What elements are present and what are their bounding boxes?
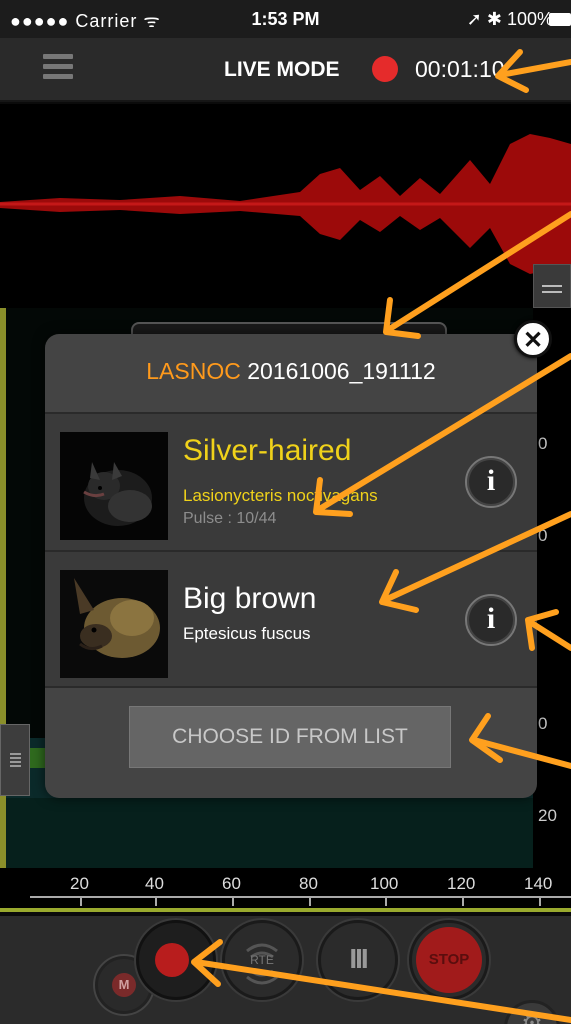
time-tick-label: 80 xyxy=(299,874,318,893)
species-common-name: Big brown xyxy=(183,582,317,615)
top-header: LIVE MODE 00:01:10 xyxy=(0,38,571,102)
record-icon xyxy=(155,943,189,977)
close-icon: ✕ xyxy=(522,327,544,354)
recording-timer: 00:01:10 xyxy=(415,56,505,82)
pause-button[interactable]: III xyxy=(318,920,398,1000)
close-dialog-button[interactable]: ✕ xyxy=(514,320,552,358)
species-option-big-brown[interactable]: Big brown Eptesicus fuscus i xyxy=(45,550,537,688)
dialog-title: LASNOC 20161006_191112 xyxy=(45,358,537,385)
freq-tick-label: 0 xyxy=(538,434,548,453)
live-mode-label: LIVE MODE xyxy=(224,58,340,81)
recording-file-name: 20161006_191112 xyxy=(247,358,436,384)
species-id-dialog: LASNOC 20161006_191112 Silver-haired Las… xyxy=(45,334,537,798)
pause-icon: III xyxy=(349,943,368,974)
battery-icon xyxy=(549,13,571,26)
waveform-view[interactable] xyxy=(0,104,571,308)
rte-label: RTE xyxy=(250,953,274,967)
species-scientific-name: Eptesicus fuscus xyxy=(183,624,311,643)
resize-handle[interactable] xyxy=(533,264,571,308)
info-button[interactable]: i xyxy=(465,456,517,508)
side-panel-handle[interactable] xyxy=(0,724,30,796)
big-brown-bat-thumbnail xyxy=(60,570,168,678)
silver-haired-bat-thumbnail xyxy=(60,432,168,540)
settings-gear-icon[interactable]: ⚙ xyxy=(504,1000,560,1024)
waveform-graphic xyxy=(0,134,571,274)
status-right-indicators: ➚ ✱ 100% xyxy=(466,9,553,29)
bat-detector-screen: ●●●●● Carrier ᯤ 1:53 PM ➚ ✱ 100% LIVE MO… xyxy=(0,0,571,1024)
stop-button[interactable]: STOP xyxy=(409,920,489,1000)
status-bar: ●●●●● Carrier ᯤ 1:53 PM ➚ ✱ 100% xyxy=(0,0,571,38)
info-button[interactable]: i xyxy=(465,594,517,646)
species-option-silver-haired[interactable]: Silver-haired Lasionycteris noctivagans … xyxy=(45,412,537,550)
freq-tick-label: 0 xyxy=(538,714,548,733)
stop-button-label: STOP xyxy=(416,927,482,993)
freq-tick-label: 20 xyxy=(538,806,557,825)
time-tick-label: 100 xyxy=(370,874,399,893)
pulse-count: Pulse : 10/44 xyxy=(183,510,277,527)
menu-icon[interactable] xyxy=(43,54,73,84)
freq-tick-label: 0 xyxy=(538,526,548,545)
bottom-toolbar: M RTE III STOP ⚙ xyxy=(0,916,571,1024)
species-common-name: Silver-haired xyxy=(183,434,352,467)
info-icon: i xyxy=(486,464,496,497)
time-axis: 20 40 60 80 100 120 140 xyxy=(0,868,571,912)
time-tick-label: 140 xyxy=(524,874,553,893)
time-tick-label: 120 xyxy=(447,874,476,893)
info-icon: i xyxy=(486,602,496,635)
record-button[interactable] xyxy=(136,920,216,1000)
frequency-scale: 0 0 0 20 xyxy=(533,308,571,868)
time-tick-label: 40 xyxy=(145,874,164,893)
choose-id-from-list-button[interactable]: CHOOSE ID FROM LIST xyxy=(129,706,451,768)
time-tick-label: 20 xyxy=(70,874,89,893)
recording-indicator-icon xyxy=(372,56,398,82)
time-tick-label: 60 xyxy=(222,874,241,893)
species-code: LASNOC xyxy=(146,358,241,384)
marker-button-label: M xyxy=(112,973,136,997)
species-scientific-name: Lasionycteris noctivagans xyxy=(183,486,378,505)
rte-button[interactable]: RTE xyxy=(222,920,302,1000)
